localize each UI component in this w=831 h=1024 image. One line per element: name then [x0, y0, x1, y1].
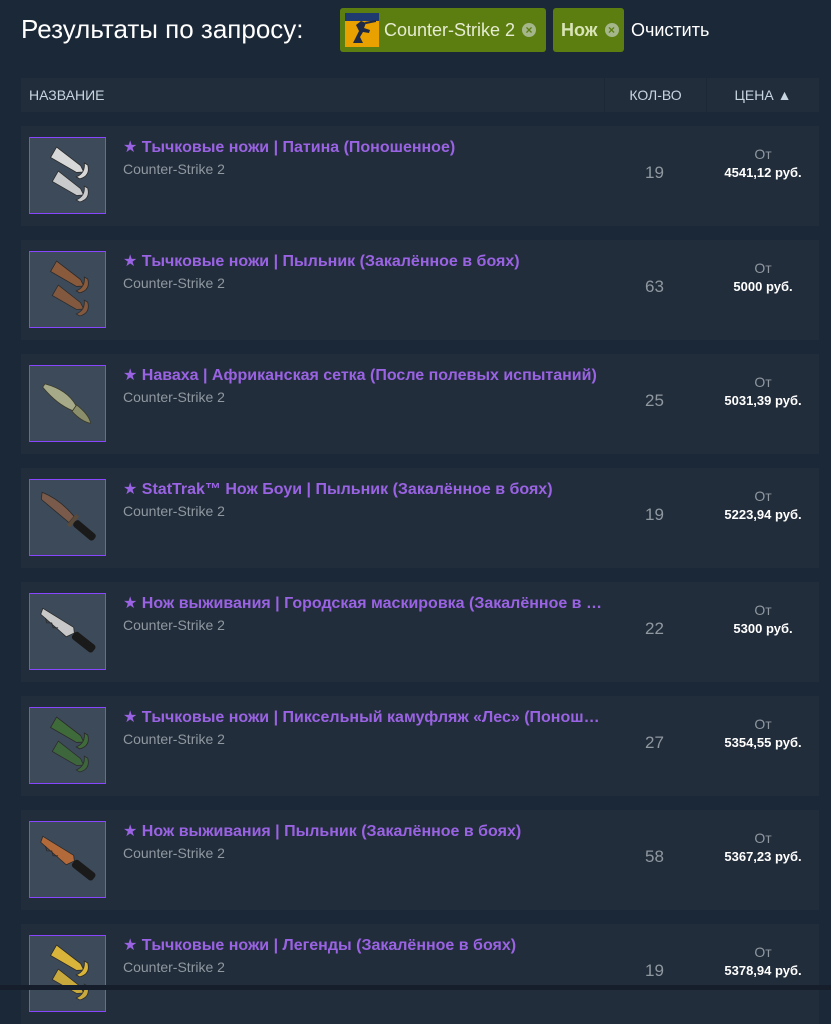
filter-tag-game[interactable]: Counter-Strike 2 ×: [340, 8, 546, 52]
table-header: НАЗВАНИЕ КОЛ-ВО ЦЕНА ▲: [21, 78, 819, 112]
item-quantity: 25: [645, 391, 664, 410]
item-game: Counter-Strike 2: [123, 389, 225, 405]
item-price: 4541,12 руб.: [724, 165, 802, 180]
knife-icon: [29, 593, 106, 670]
item-quantity: 63: [645, 277, 664, 296]
item-game: Counter-Strike 2: [123, 959, 225, 975]
price-prefix: От: [754, 146, 772, 162]
remove-filter-game-icon[interactable]: ×: [522, 23, 537, 37]
item-name[interactable]: ★ StatTrak™ Нож Боуи | Пыльник (Закалённ…: [123, 479, 603, 499]
knife-icon: [29, 935, 106, 1012]
item-quantity: 19: [645, 505, 664, 524]
item-quantity: 19: [645, 961, 664, 980]
item-game: Counter-Strike 2: [123, 275, 225, 291]
item-price: 5378,94 руб.: [724, 963, 802, 978]
listing-row[interactable]: ★ Нож выживания | Городская маскировка (…: [21, 582, 819, 682]
price-prefix: От: [754, 944, 772, 960]
price-prefix: От: [754, 488, 772, 504]
item-name[interactable]: ★ Тычковые ножи | Патина (Поношенное): [123, 137, 603, 157]
item-price: 5031,39 руб.: [724, 393, 802, 408]
listing-row[interactable]: ★ Тычковые ножи | Пиксельный камуфляж «Л…: [21, 696, 819, 796]
clear-filters-link[interactable]: Очистить: [631, 20, 709, 41]
results-title: Результаты по запросу:: [21, 14, 304, 44]
price-prefix: От: [754, 260, 772, 276]
item-price: 5367,23 руб.: [724, 849, 802, 864]
column-price-header[interactable]: ЦЕНА ▲: [707, 78, 819, 112]
remove-filter-knife-icon[interactable]: ×: [604, 23, 619, 37]
item-name[interactable]: ★ Нож выживания | Городская маскировка (…: [123, 593, 603, 613]
filter-tag-knife[interactable]: Нож ×: [553, 8, 624, 52]
listing-row[interactable]: ★ Наваха | Африканская сетка (После поле…: [21, 354, 819, 454]
item-quantity: 58: [645, 847, 664, 866]
item-price: 5354,55 руб.: [724, 735, 802, 750]
filter-tag-knife-label: Нож: [561, 19, 598, 40]
results-header: Результаты по запросу: Counter-Strike 2 …: [0, 0, 831, 62]
knife-icon: [29, 479, 106, 556]
item-name[interactable]: ★ Тычковые ножи | Пиксельный камуфляж «Л…: [123, 707, 603, 727]
column-qty-header[interactable]: КОЛ-ВО: [604, 78, 707, 112]
item-game: Counter-Strike 2: [123, 161, 225, 177]
listing-row[interactable]: ★ Тычковые ножи | Патина (Поношенное) Cou…: [21, 126, 819, 226]
item-game: Counter-Strike 2: [123, 617, 225, 633]
cs2-game-icon: [345, 13, 379, 47]
listing-row[interactable]: ★ Тычковые ножи | Пыльник (Закалённое в …: [21, 240, 819, 340]
item-name[interactable]: ★ Тычковые ножи | Легенды (Закалённое в …: [123, 935, 603, 955]
item-price: 5000 руб.: [733, 279, 793, 294]
knife-icon: [29, 707, 106, 784]
item-quantity: 27: [645, 733, 664, 752]
listing-row[interactable]: ★ Нож выживания | Пыльник (Закалённое в …: [21, 810, 819, 910]
item-game: Counter-Strike 2: [123, 731, 225, 747]
item-name[interactable]: ★ Наваха | Африканская сетка (После поле…: [123, 365, 603, 385]
item-game: Counter-Strike 2: [123, 845, 225, 861]
listing-row[interactable]: ★ StatTrak™ Нож Боуи | Пыльник (Закалённ…: [21, 468, 819, 568]
column-name-header[interactable]: НАЗВАНИЕ: [29, 78, 104, 112]
item-game: Counter-Strike 2: [123, 503, 225, 519]
price-prefix: От: [754, 374, 772, 390]
filter-tag-game-label: Counter-Strike 2: [384, 19, 516, 40]
knife-icon: [29, 365, 106, 442]
item-quantity: 22: [645, 619, 664, 638]
item-quantity: 19: [645, 163, 664, 182]
knife-icon: [29, 137, 106, 214]
knife-icon: [29, 251, 106, 328]
bottom-scroll-edge: [0, 985, 831, 990]
item-price: 5300 руб.: [733, 621, 793, 636]
knife-icon: [29, 821, 106, 898]
listing-row[interactable]: ★ Тычковые ножи | Легенды (Закалённое в …: [21, 924, 819, 1024]
item-price: 5223,94 руб.: [724, 507, 802, 522]
price-prefix: От: [754, 830, 772, 846]
price-prefix: От: [754, 716, 772, 732]
price-prefix: От: [754, 602, 772, 618]
item-name[interactable]: ★ Нож выживания | Пыльник (Закалённое в …: [123, 821, 603, 841]
item-name[interactable]: ★ Тычковые ножи | Пыльник (Закалённое в …: [123, 251, 603, 271]
